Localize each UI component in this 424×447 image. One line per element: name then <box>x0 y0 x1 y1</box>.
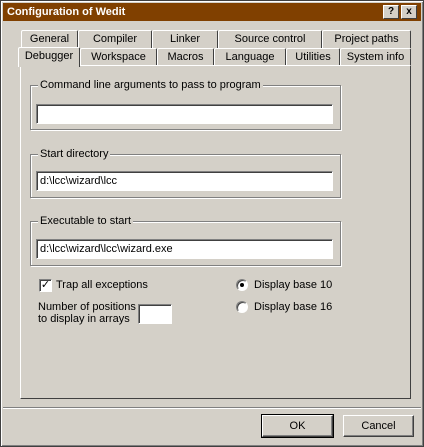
trap-exceptions-checkbox[interactable]: ✓ <box>39 279 52 292</box>
cancel-label: Cancel <box>361 420 396 432</box>
exe-group-label: Executable to start <box>38 214 134 228</box>
exe-group: Executable to start d:\lcc\wizard\lcc\wi… <box>30 214 341 266</box>
tab-label: Macros <box>167 51 204 63</box>
startdir-input[interactable]: d:\lcc\wizard\lcc <box>36 171 333 191</box>
cmdline-group-label: Command line arguments to pass to progra… <box>38 78 263 92</box>
base16-radio[interactable] <box>236 301 248 313</box>
tab-general[interactable]: General <box>21 30 78 48</box>
tab-debugger[interactable]: Debugger <box>18 47 80 67</box>
help-button[interactable]: ? <box>383 5 399 19</box>
ok-button[interactable]: OK <box>261 414 334 438</box>
startdir-group: Start directory d:\lcc\wizard\lcc <box>30 147 341 198</box>
radio-dot-icon <box>240 283 244 287</box>
tab-label: Language <box>225 51 275 63</box>
cmdline-group: Command line arguments to pass to progra… <box>30 78 341 130</box>
debugger-panel: Command line arguments to pass to progra… <box>20 65 411 399</box>
help-icon: ? <box>387 6 395 17</box>
tab-project-paths[interactable]: Project paths <box>322 30 411 48</box>
check-icon: ✓ <box>40 279 51 291</box>
tab-compiler[interactable]: Compiler <box>78 30 152 48</box>
startdir-group-label: Start directory <box>38 147 111 161</box>
tab-macros[interactable]: Macros <box>157 48 214 66</box>
tab-label: General <box>29 33 70 45</box>
base16-label: Display base 16 <box>254 301 333 313</box>
tab-label: Linker <box>170 33 200 45</box>
positions-label-line2: to display in arrays <box>38 313 130 325</box>
bottom-separator <box>3 407 421 409</box>
tab-language[interactable]: Language <box>214 48 286 66</box>
tab-label: System info <box>346 51 405 63</box>
exe-input[interactable]: d:\lcc\wizard\lcc\wizard.exe <box>36 239 333 259</box>
tab-utilities[interactable]: Utilities <box>286 48 340 66</box>
base10-radio[interactable] <box>236 279 248 291</box>
base10-label: Display base 10 <box>254 279 333 291</box>
config-dialog: Configuration of Wedit ? x General Compi… <box>0 0 424 447</box>
tab-linker[interactable]: Linker <box>152 30 218 48</box>
tab-label: Project paths <box>334 33 399 45</box>
tab-workspace[interactable]: Workspace <box>80 48 157 66</box>
tab-label: Workspace <box>91 51 146 63</box>
tab-source-control[interactable]: Source control <box>218 30 322 48</box>
tab-system-info[interactable]: System info <box>340 48 411 66</box>
trap-exceptions-label: Trap all exceptions <box>56 279 148 291</box>
tab-label: Debugger <box>24 50 74 62</box>
tab-label: Compiler <box>92 33 137 45</box>
ok-label: OK <box>289 420 306 432</box>
cmdline-input[interactable] <box>36 104 333 124</box>
positions-input[interactable] <box>138 304 172 324</box>
window-title: Configuration of Wedit <box>7 6 126 18</box>
close-button[interactable]: x <box>401 5 417 19</box>
cancel-button[interactable]: Cancel <box>343 415 414 437</box>
tab-label: Utilities <box>295 51 331 63</box>
tab-label: Source control <box>234 33 306 45</box>
close-icon: x <box>406 6 412 17</box>
title-bar: Configuration of Wedit ? x <box>3 3 421 21</box>
